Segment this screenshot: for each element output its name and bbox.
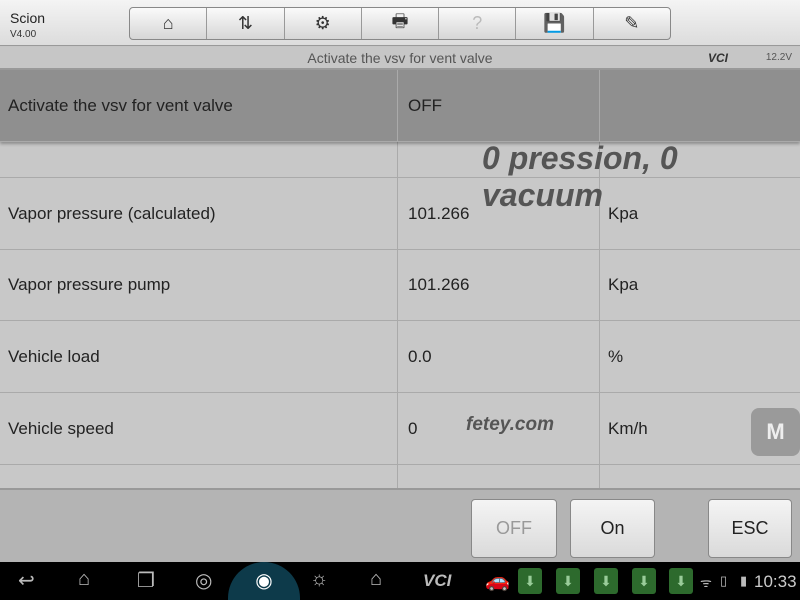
help-icon: ? — [472, 13, 483, 33]
home-m-button[interactable]: ⌂ — [130, 8, 208, 39]
camera-icon[interactable]: ◉ — [228, 562, 300, 600]
param-value: 101.266 — [398, 249, 600, 320]
table-row[interactable] — [0, 465, 800, 488]
download-icon: ⬇ — [518, 568, 542, 594]
clock: 10:33 — [754, 572, 797, 591]
param-name: Vacuum pump — [0, 142, 398, 177]
battery-icon: ▮ — [740, 573, 748, 588]
page-title: Activate the vsv for vent valve — [0, 47, 800, 70]
param-name: Vapor pressure (calculated) — [0, 178, 398, 249]
table-row[interactable]: Vehicle speed 0 Km/h — [0, 393, 800, 465]
wifi-icon: ᯤ — [700, 575, 712, 590]
param-value — [398, 465, 600, 488]
toolbar: ⌂ ⇅ ⚙ 🖶? 💾 ✎ — [129, 7, 671, 40]
car-icon[interactable]: 🚗 — [485, 568, 510, 593]
param-unit: % — [608, 346, 624, 366]
param-unit — [600, 465, 800, 488]
param-unit — [600, 70, 800, 141]
data-table[interactable]: Activate the vsv for vent valve OFF Vacu… — [0, 70, 800, 488]
help-button[interactable]: ? — [439, 8, 517, 39]
vci-status-icon: VCI — [707, 51, 728, 65]
system-nav-bar: ↩ ⌂ ❐ ◎ ◉ ☼ ⌂ VCI 🚗 ⬇ ⬇ ⬇ ⬇ ⬇ ᯤ ▯ ▮ 10:3… — [0, 562, 800, 600]
chrome-icon[interactable]: ◎ — [195, 568, 212, 593]
app-version: V4.00 — [10, 29, 37, 40]
gear-icon: ⚙ — [314, 13, 331, 33]
param-value: 0.0 — [398, 321, 600, 392]
table-row[interactable]: Vehicle load 0.0% — [0, 321, 800, 393]
param-unit: Kpa — [608, 274, 639, 294]
param-name — [0, 465, 398, 488]
vehicle-swap-icon: ⇅ — [237, 13, 253, 33]
param-value: OFF — [398, 70, 600, 141]
on-button[interactable]: On — [570, 499, 655, 558]
vci-icon[interactable]: VCI — [423, 571, 451, 591]
battery-voltage: 12.2V — [765, 52, 792, 63]
param-name: Activate the vsv for vent valve — [0, 70, 398, 141]
printer-button[interactable]: 🖶 — [362, 8, 440, 39]
recent-apps-icon[interactable]: ❐ — [137, 568, 155, 593]
download-icon: ⬇ — [669, 568, 693, 594]
pen-icon: ✎ — [624, 13, 640, 33]
floating-m-button[interactable]: M — [751, 408, 800, 456]
home-icon[interactable]: ⌂ — [78, 568, 90, 591]
pen-button[interactable]: ✎ — [594, 8, 670, 39]
app-name: Scion — [10, 10, 46, 26]
caption-overlay: 0 pression, 0 vacuum — [482, 140, 678, 213]
action-bar: OFF On ESC — [0, 488, 800, 562]
param-name: Vapor pressure pump — [0, 249, 398, 320]
vehicle-swap-button[interactable]: ⇅ — [207, 8, 285, 39]
maxisys-home-icon[interactable]: ⌂ — [370, 568, 382, 591]
table-row[interactable]: Vapor pressure pump 101.266 Kpa — [0, 249, 800, 321]
download-icon: ⬇ — [594, 568, 618, 594]
download-icon: ⬇ — [556, 568, 580, 594]
esc-button[interactable]: ESC — [708, 499, 792, 558]
selected-row[interactable]: Activate the vsv for vent valve OFF — [0, 70, 800, 142]
off-button[interactable]: OFF — [471, 499, 557, 558]
download-icon: ⬇ — [632, 568, 656, 594]
save-button[interactable]: 💾 — [516, 8, 594, 39]
save-icon: 💾 — [543, 13, 566, 33]
top-bar: Scion V4.00 ⌂ ⇅ ⚙ 🖶? 💾 ✎ — [0, 0, 800, 46]
display-sound-icon[interactable]: ☼ — [310, 568, 328, 591]
home-m-icon: ⌂ — [162, 13, 174, 33]
watermark: fetey.com — [466, 414, 554, 435]
back-icon[interactable]: ↩ — [18, 568, 35, 593]
network-error-icon: ▯ — [720, 573, 728, 588]
gear-button[interactable]: ⚙ — [285, 8, 362, 39]
param-name: Vehicle load — [0, 321, 398, 392]
param-name: Vehicle speed — [0, 393, 398, 464]
printer-icon: 🖶 — [391, 10, 409, 31]
